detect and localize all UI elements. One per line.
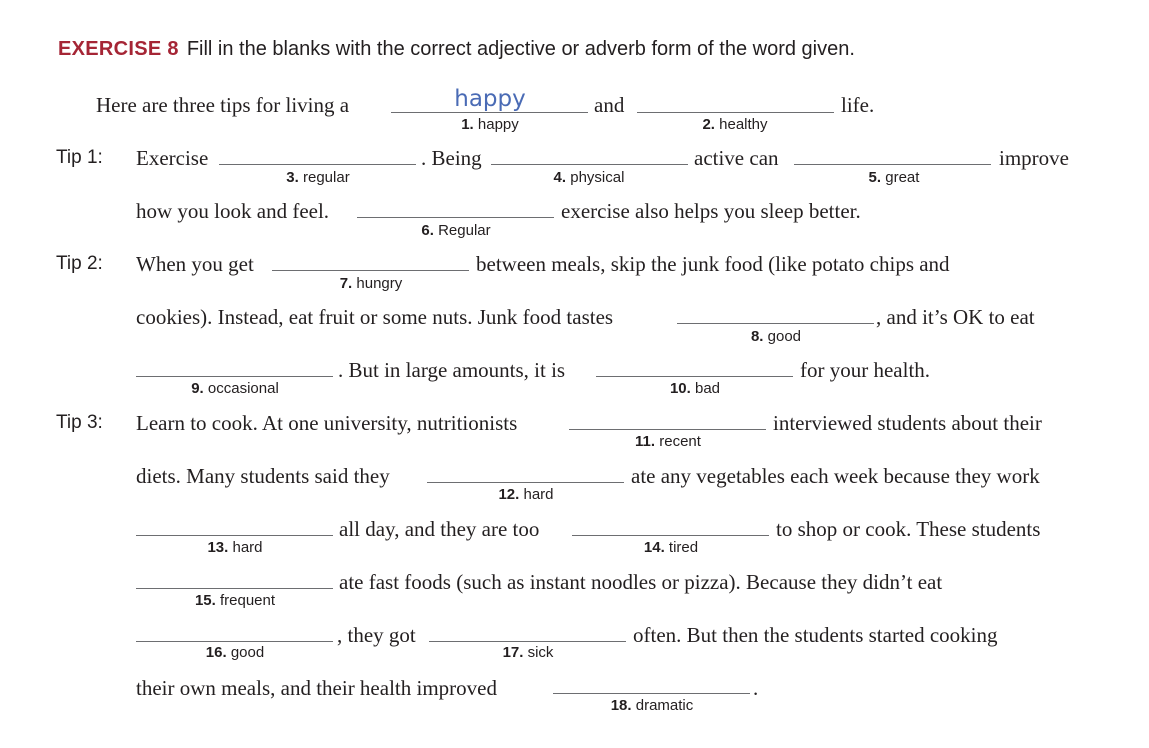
intro-text-before: Here are three tips for living a	[96, 93, 350, 117]
blank-18[interactable]	[553, 693, 750, 694]
blank-16[interactable]	[136, 641, 333, 642]
blank-9[interactable]	[136, 376, 333, 377]
tip3-text-diets: diets. Many students said they	[136, 464, 390, 488]
tip2-text-when: When you get	[136, 252, 254, 276]
tip2-text-cookies: cookies). Instead, eat fruit or some nut…	[136, 305, 614, 329]
blank-8[interactable]	[677, 323, 874, 324]
tip1-text-line2a: how you look and feel.	[136, 199, 330, 223]
cue-15: 15. frequent	[194, 592, 276, 609]
cue-13: 13. hard	[207, 539, 263, 556]
blank-15[interactable]	[136, 588, 333, 589]
cue-17: 17. sick	[502, 644, 554, 661]
tip2-text-health: for your health.	[800, 358, 931, 382]
tip3-text-fastfood: ate fast foods (such as instant noodles …	[339, 570, 943, 594]
blank-6[interactable]	[357, 217, 554, 218]
exercise-heading: EXERCISE 8 Fill in the blanks with the co…	[58, 38, 855, 61]
tip3-text-learn: Learn to cook. At one university, nutrit…	[136, 411, 518, 435]
tip-1-label: Tip 1:	[56, 147, 103, 168]
handwritten-answer-1: happy	[454, 86, 526, 112]
cue-18: 18. dramatic	[610, 697, 694, 714]
blank-11[interactable]	[569, 429, 766, 430]
cue-2: 2. healthy	[702, 116, 768, 133]
cue-9: 9. occasional	[191, 380, 279, 397]
intro-text-after: life.	[841, 93, 875, 117]
cue-8: 8. good	[750, 328, 802, 345]
cue-3: 3. regular	[286, 169, 350, 186]
exercise-label: EXERCISE 8	[58, 38, 179, 60]
tip1-text-active: active can	[694, 146, 779, 170]
cue-6: 6. Regular	[421, 222, 491, 239]
tip1-text-improve: improve	[999, 146, 1069, 170]
tip3-text-shop: to shop or cook. These students	[776, 517, 1041, 541]
cue-14: 14. tired	[643, 539, 699, 556]
cue-5: 5. great	[868, 169, 920, 186]
blank-12[interactable]	[427, 482, 624, 483]
blank-13[interactable]	[136, 535, 333, 536]
cue-10: 10. bad	[669, 380, 721, 397]
tip3-text-theygot: , they got	[337, 623, 416, 647]
tip3-text-ate: ate any vegetables each week because the…	[631, 464, 1040, 488]
blank-2[interactable]	[637, 112, 834, 113]
tip3-text-period: .	[753, 676, 759, 700]
blank-3[interactable]	[219, 164, 416, 165]
blank-4[interactable]	[491, 164, 688, 165]
tip2-text-ok: , and it’s OK to eat	[876, 305, 1035, 329]
tip3-text-often: often. But then the students started coo…	[633, 623, 998, 647]
intro-text-and: and	[594, 93, 625, 117]
tip3-text-own: their own meals, and their health improv…	[136, 676, 497, 700]
blank-7[interactable]	[272, 270, 469, 271]
tip-2-label: Tip 2:	[56, 253, 103, 274]
blank-5[interactable]	[794, 164, 991, 165]
tip3-text-allday: all day, and they are too	[339, 517, 540, 541]
tip1-text-being: . Being	[421, 146, 482, 170]
cue-7: 7. hungry	[339, 275, 403, 292]
tip1-text-exercise: Exercise	[136, 146, 209, 170]
cue-11: 11. recent	[635, 433, 701, 450]
tip1-text-line2b: exercise also helps you sleep better.	[561, 199, 861, 223]
blank-14[interactable]	[572, 535, 769, 536]
cue-4: 4. physical	[553, 169, 625, 186]
tip2-text-between: between meals, skip the junk food (like …	[476, 252, 950, 276]
cue-12: 12. hard	[498, 486, 554, 503]
blank-1[interactable]	[391, 112, 588, 113]
tip2-text-but: . But in large amounts, it is	[338, 358, 566, 382]
cue-16: 16. good	[205, 644, 265, 661]
tip3-text-interviewed: interviewed students about their	[773, 411, 1042, 435]
tip-3-label: Tip 3:	[56, 412, 103, 433]
cue-1: 1. happy	[461, 116, 519, 133]
blank-17[interactable]	[429, 641, 626, 642]
blank-10[interactable]	[596, 376, 793, 377]
exercise-instruction: Fill in the blanks with the correct adje…	[186, 38, 855, 60]
